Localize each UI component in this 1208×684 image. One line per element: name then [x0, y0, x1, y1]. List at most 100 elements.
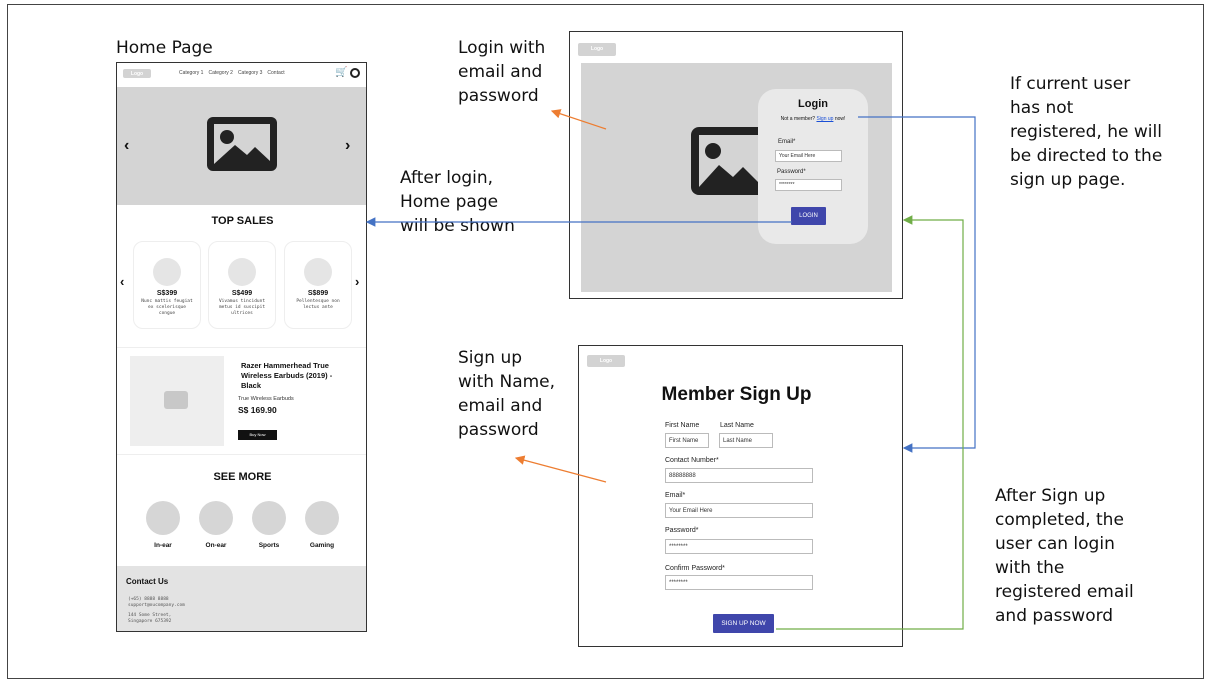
- first-name-field[interactable]: First Name: [665, 433, 709, 448]
- annotation-line: email and: [458, 62, 543, 82]
- product-price: S$899: [307, 290, 329, 297]
- confirm-password-field[interactable]: ********: [665, 575, 813, 590]
- home-page-caption: Home Page: [116, 38, 213, 58]
- divider: [117, 347, 366, 348]
- annotation-line: sign up page.: [1010, 170, 1126, 190]
- login-password-label: Password*: [777, 169, 806, 175]
- product-card[interactable]: S$499 Vivamus tincidunt metus id suscipi…: [208, 241, 276, 329]
- annotation-line: password: [458, 420, 539, 440]
- carousel-next-icon[interactable]: ›: [355, 274, 359, 289]
- category-label[interactable]: Gaming: [297, 542, 347, 549]
- product-image-icon: [304, 258, 332, 286]
- signup-button[interactable]: SIGN UP NOW: [713, 614, 774, 633]
- annotation-after-login: After login, Home page will be shown: [400, 166, 515, 238]
- login-button[interactable]: LOGIN: [791, 207, 826, 225]
- contact-number-field[interactable]: 88888888: [665, 468, 813, 483]
- category-in-ear-icon[interactable]: [146, 501, 180, 535]
- first-name-label: First Name: [665, 422, 700, 429]
- signup-page-mockup: Logo Member Sign Up First Name Last Name…: [578, 345, 903, 647]
- hero-banner: ‹ ›: [117, 87, 366, 205]
- login-page-mockup: Logo Login Not a member? Sign up now! Em…: [569, 31, 903, 299]
- product-desc: Pellentesque non lectus ante: [296, 299, 340, 310]
- signup-link[interactable]: Sign up: [816, 116, 833, 122]
- annotation-line: and password: [995, 606, 1114, 626]
- annotation-line: be directed to the: [1010, 146, 1163, 166]
- annotation-login-with: Login with email and password: [458, 36, 545, 108]
- category-label[interactable]: Sports: [244, 542, 294, 549]
- chevron-right-icon[interactable]: ›: [345, 137, 350, 155]
- product-desc: Vivamus tincidunt metus id suscipit ultr…: [218, 299, 266, 316]
- annotation-line: with Name,: [458, 372, 556, 392]
- signup-logo[interactable]: Logo: [587, 355, 625, 367]
- annotation-line: Home page: [400, 192, 499, 212]
- featured-product-name: Razer Hammerhead True Wireless Earbuds (…: [241, 361, 333, 390]
- chevron-left-icon[interactable]: ‹: [124, 137, 129, 155]
- featured-image-icon: [164, 391, 188, 409]
- category-sports-icon[interactable]: [252, 501, 286, 535]
- annotation-signup-with: Sign up with Name, email and password: [458, 346, 555, 442]
- annotation-line: After login,: [400, 168, 494, 188]
- login-not-member-text: Not a member? Sign up now!: [758, 116, 868, 122]
- login-logo[interactable]: Logo: [578, 43, 616, 56]
- featured-image-placeholder: [130, 356, 224, 446]
- annotation-line: Login with: [458, 38, 546, 58]
- nav-item-contact[interactable]: Contact: [267, 70, 284, 76]
- carousel-prev-icon[interactable]: ‹: [120, 274, 124, 289]
- login-password-field[interactable]: ********: [775, 179, 842, 191]
- not-member-prefix: Not a member?: [780, 116, 817, 122]
- contact-footer: Contact Us (+65) 8888 8888 support@oucom…: [117, 566, 366, 631]
- annotation-line: Sign up: [458, 348, 523, 368]
- annotation-line: user can login: [995, 534, 1115, 554]
- nav-item-category-3[interactable]: Category 3: [238, 70, 262, 76]
- product-card[interactable]: S$899 Pellentesque non lectus ante: [284, 241, 352, 329]
- nav-item-category-1[interactable]: Category 1: [179, 70, 203, 76]
- home-logo[interactable]: Logo: [123, 69, 151, 78]
- category-label[interactable]: On-ear: [191, 542, 241, 549]
- cart-icon[interactable]: 🛒: [335, 67, 347, 78]
- user-account-icon[interactable]: [350, 68, 360, 78]
- annotation-line: password: [458, 86, 539, 106]
- signup-email-label: Email*: [665, 492, 686, 499]
- annotation-line: registered email: [995, 582, 1134, 602]
- annotation-line: If current user: [1010, 74, 1131, 94]
- annotation-line: has not: [1010, 98, 1074, 118]
- not-member-suffix: now!: [833, 116, 846, 122]
- annotation-line: will be shown: [400, 216, 515, 236]
- login-email-field[interactable]: Your Email Here: [775, 150, 842, 162]
- signup-password-field[interactable]: ********: [665, 539, 813, 554]
- signup-email-field[interactable]: Your Email Here: [665, 503, 813, 518]
- login-email-label: Email*: [778, 139, 796, 145]
- annotation-line: with the: [995, 558, 1065, 578]
- annotation-line: After Sign up: [995, 486, 1106, 506]
- home-page-mockup: Logo Category 1 Category 2 Category 3 Co…: [116, 62, 367, 632]
- product-image-icon: [228, 258, 256, 286]
- contact-email: support@oucompany.com: [128, 603, 185, 608]
- signup-password-label: Password*: [665, 527, 699, 534]
- contact-address-line: Singapore 675392: [128, 619, 172, 624]
- home-nav: Category 1 Category 2 Category 3 Contact: [179, 70, 285, 76]
- featured-product-sub: True Wireless Earbuds: [238, 396, 294, 402]
- product-price: S$499: [231, 290, 253, 297]
- category-gaming-icon[interactable]: [305, 501, 339, 535]
- nav-item-category-2[interactable]: Category 2: [208, 70, 232, 76]
- login-image-placeholder-icon: [691, 127, 767, 195]
- category-on-ear-icon[interactable]: [199, 501, 233, 535]
- divider: [117, 454, 366, 455]
- annotation-line: completed, the: [995, 510, 1124, 530]
- last-name-field[interactable]: Last Name: [719, 433, 773, 448]
- annotation-line: registered, he will: [1010, 122, 1162, 142]
- annotation-not-registered: If current user has not registered, he w…: [1010, 72, 1162, 192]
- hero-image-placeholder-icon: [207, 117, 277, 171]
- featured-product-price: S$ 169.90: [238, 405, 277, 415]
- buy-now-button[interactable]: Buy Now: [238, 430, 277, 440]
- product-price: S$399: [156, 290, 178, 297]
- product-desc: Nunc mattis feugiat ex scelerisque congu…: [141, 299, 193, 316]
- see-more-title: SEE MORE: [213, 471, 272, 483]
- contact-number-label: Contact Number*: [665, 457, 719, 464]
- product-card[interactable]: S$399 Nunc mattis feugiat ex scelerisque…: [133, 241, 201, 329]
- annotation-after-signup: After Sign up completed, the user can lo…: [995, 484, 1134, 628]
- last-name-label: Last Name: [720, 422, 754, 429]
- category-label[interactable]: In-ear: [138, 542, 188, 549]
- signup-title: Member Sign Up: [661, 384, 812, 405]
- login-card: Login Not a member? Sign up now! Email* …: [758, 89, 868, 244]
